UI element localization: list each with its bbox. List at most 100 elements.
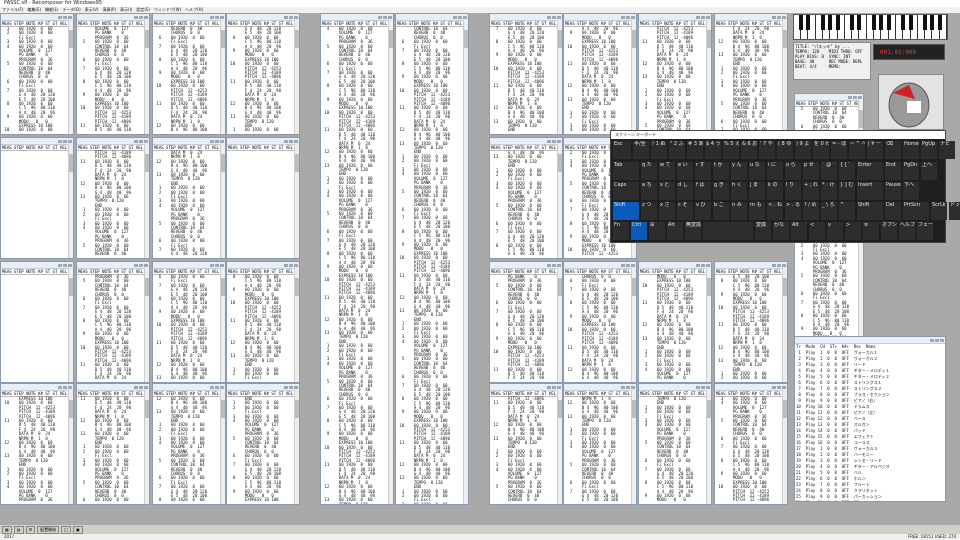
osk-key[interactable]: End xyxy=(885,162,901,180)
osk-key[interactable]: r す xyxy=(695,162,711,180)
osk-key[interactable]: Home xyxy=(903,141,919,159)
close-icon[interactable] xyxy=(463,15,467,19)
osk-key[interactable]: Caps xyxy=(613,182,639,200)
minimize-icon[interactable] xyxy=(58,15,62,19)
osk-key[interactable]: c そ xyxy=(677,202,693,220)
track-window-9[interactable]: MEAS STEP NOTE K# ST GT VEL PROGRAM 0 36… xyxy=(76,261,150,383)
scrollbar[interactable] xyxy=(144,390,149,504)
minimize-icon[interactable] xyxy=(621,15,625,19)
track-event-list[interactable]: PROGRAM 0 36 5 60 1920 0 60 CONTROL 10 6… xyxy=(77,274,149,381)
osk-key[interactable]: a ち xyxy=(641,182,657,200)
maximize-icon[interactable] xyxy=(63,385,67,389)
track-event-list[interactable]: 4 60 1920 0 60 VOLUME 0 127 PG BANK 0 PR… xyxy=(321,26,393,504)
osk-key[interactable]: v xyxy=(827,222,843,240)
scrollbar[interactable] xyxy=(388,20,393,504)
minimize-icon[interactable] xyxy=(58,263,62,267)
track-window-1[interactable]: MEAS STEP NOTE K# ST GT VEL VOLUME 0 127… xyxy=(76,13,150,135)
osk-key[interactable]: Ctrl xyxy=(631,222,647,240)
close-icon[interactable] xyxy=(631,263,635,267)
minimize-icon[interactable] xyxy=(696,385,700,389)
track-window-7[interactable]: MEAS STEP NOTE K# ST GT VEL xyxy=(226,137,300,259)
menu-item-1[interactable]: 編集(E) xyxy=(27,7,41,12)
close-icon[interactable] xyxy=(557,385,561,389)
osk-key[interactable]: ) 9 よ xyxy=(795,141,811,159)
osk-key[interactable]: ScrLk xyxy=(931,202,947,220)
menu-item-7[interactable]: 設定(S) xyxy=(136,7,150,12)
osk-key[interactable]: Shift xyxy=(613,202,639,220)
close-icon[interactable] xyxy=(220,15,224,19)
osk-key[interactable]: d し xyxy=(677,182,693,200)
minimize-icon[interactable] xyxy=(547,15,551,19)
osk-key[interactable]: b こ xyxy=(713,202,729,220)
track-window-15[interactable]: MEAS STEP NOTE K# ST GT VEL END 1 60 192… xyxy=(226,383,300,505)
minimize-icon[interactable] xyxy=(134,139,138,143)
track-window-14[interactable]: MEAS STEP NOTE K# ST GT VEL 12 60 1920 0… xyxy=(152,383,226,505)
maximize-icon[interactable] xyxy=(853,95,857,99)
minimize-icon[interactable] xyxy=(210,15,214,19)
piano-black-key[interactable] xyxy=(857,15,862,30)
close-icon[interactable] xyxy=(631,385,635,389)
track-table-row[interactable]: 26 Play 10 0 0 OFF SE xyxy=(796,500,945,501)
osk-key[interactable]: Fn xyxy=(613,222,629,240)
scrollbar[interactable] xyxy=(220,268,225,382)
track-event-list[interactable]: E 5 48 20 100 8 60 1920 0 60 C 5 96 80 1… xyxy=(715,274,787,381)
osk-key[interactable]: フェード xyxy=(917,222,933,240)
close-icon[interactable] xyxy=(782,385,786,389)
osk-key[interactable]: Del xyxy=(885,202,901,220)
scrollbar[interactable] xyxy=(631,268,636,382)
close-icon[interactable] xyxy=(144,15,148,19)
osk-key[interactable]: を 0 わ xyxy=(813,141,829,159)
track-event-list[interactable]: TEMPO 0 120 END 1 60 1920 0 60 2 60 1920… xyxy=(639,396,711,503)
maximize-icon[interactable] xyxy=(63,139,67,143)
minimize-icon[interactable] xyxy=(134,15,138,19)
piano-black-key[interactable] xyxy=(850,15,855,30)
menu-item-5[interactable]: 演奏(P) xyxy=(103,7,117,12)
osk-key[interactable]: 下へ xyxy=(903,182,919,200)
osk-key[interactable]: 上へ xyxy=(921,162,937,180)
track-window-13[interactable]: MEAS STEP NOTE K# ST GT VEL 11 60 1920 0… xyxy=(76,383,150,505)
osk-key[interactable]: " 2 ふ xyxy=(669,141,685,159)
osk-key[interactable]: $ 4 う xyxy=(705,141,721,159)
osk-key[interactable]: = - ほ xyxy=(831,141,847,159)
minimize-icon[interactable] xyxy=(378,15,382,19)
close-icon[interactable] xyxy=(68,385,72,389)
osk-key[interactable]: < xyxy=(809,222,825,240)
minimize-icon[interactable] xyxy=(284,139,288,143)
osk-key[interactable]: z つ xyxy=(641,202,657,220)
osk-key[interactable]: x さ xyxy=(659,202,675,220)
maximize-icon[interactable] xyxy=(215,15,219,19)
scrollbar[interactable] xyxy=(68,390,73,504)
close-icon[interactable] xyxy=(294,385,298,389)
track-window-4[interactable]: MEAS STEP NOTE K# ST GT VEL xyxy=(0,137,74,259)
osk-key[interactable]: v ひ xyxy=(695,202,711,220)
osk-key[interactable]: l り xyxy=(785,182,801,200)
osk-key[interactable]: ` @ ゛ xyxy=(821,162,837,180)
osk-key[interactable]: PgDn xyxy=(903,162,919,180)
minimize-icon[interactable] xyxy=(210,139,214,143)
scrollbar[interactable] xyxy=(144,144,149,258)
scrollbar[interactable] xyxy=(294,20,299,134)
minimize-icon[interactable] xyxy=(58,139,62,143)
osk-key[interactable]: 半/全 xyxy=(633,141,649,159)
osk-key[interactable]: t か xyxy=(713,162,729,180)
track-event-list[interactable]: VOLUME 0 127 PG BANK 0 PROGRAM 0 36 5 60… xyxy=(77,26,149,133)
scrollbar[interactable] xyxy=(706,20,711,134)
osk-key[interactable]: ^ xyxy=(839,202,855,220)
track-event-list[interactable]: G 4 48 40 96 13 60 1920 0 60 TEMPO 0 120… xyxy=(490,150,562,257)
track-event-list[interactable]: PITCH 12 -4253 PITCH 12 -4189 PITCH 12 -… xyxy=(639,26,711,133)
osk-key[interactable]: o ら xyxy=(785,162,801,180)
osk-key[interactable]: | ¥ ー xyxy=(867,141,883,159)
close-icon[interactable] xyxy=(557,15,561,19)
osk-key[interactable]: # 3 あ xyxy=(687,141,703,159)
minimize-icon[interactable] xyxy=(772,15,776,19)
osk-key[interactable]: ( 8 ゆ xyxy=(777,141,793,159)
osk-key[interactable]: _ \ ろ xyxy=(821,202,837,220)
track-event-list[interactable]: END 1 60 1920 0 60 2 60 1920 0 60 Fi Exc… xyxy=(227,396,299,503)
scrollbar[interactable] xyxy=(706,268,711,382)
menu-item-4[interactable]: 表示(V) xyxy=(85,7,99,12)
piano-black-key[interactable] xyxy=(923,15,928,30)
maximize-icon[interactable] xyxy=(215,385,219,389)
scrollbar[interactable] xyxy=(631,390,636,504)
toolbar-button-5[interactable]: ▣ xyxy=(72,526,83,534)
osk-key[interactable]: g き xyxy=(713,182,729,200)
